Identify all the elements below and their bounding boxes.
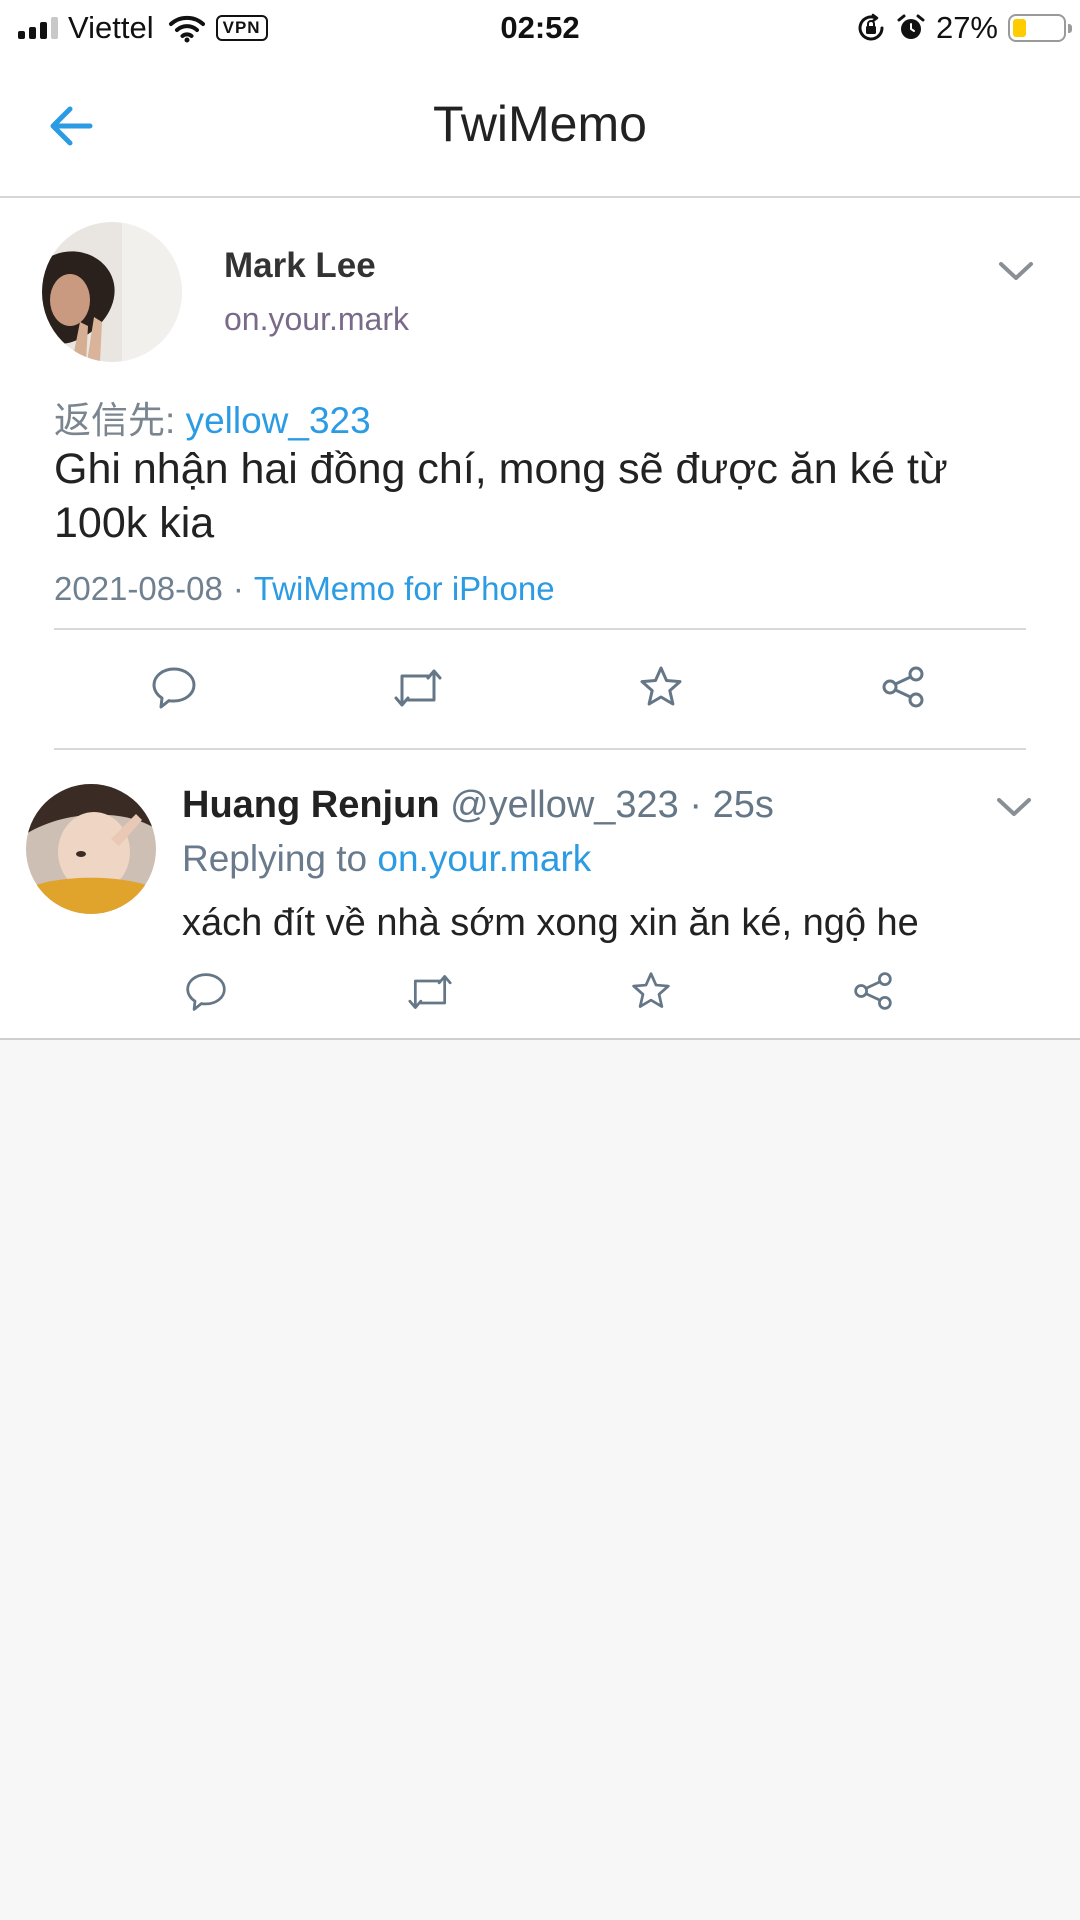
page-title: TwiMemo [433, 96, 647, 152]
reply-to-line: 返信先: yellow_323 [54, 390, 371, 444]
share-button[interactable] [880, 664, 926, 710]
reply-text: xách đít về nhà sớm xong xin ăn ké, ngộ … [182, 902, 919, 944]
share-icon [882, 666, 924, 708]
share-button[interactable] [852, 970, 894, 1012]
retweet-button[interactable] [392, 664, 444, 712]
favorite-button[interactable] [630, 970, 672, 1012]
avatar[interactable] [42, 222, 182, 362]
divider [54, 748, 1026, 750]
retweet-icon [408, 975, 452, 1009]
tweet-meta: 2021-08-08 · TwiMemo for iPhone [54, 570, 555, 608]
reply-author-name[interactable]: Huang Renjun [182, 784, 440, 826]
reply-icon [152, 667, 196, 709]
meta-separator: · [689, 784, 703, 826]
chevron-down-icon[interactable] [994, 794, 1034, 820]
reply-to-label: 返信先: [54, 400, 176, 441]
tweet-date: 2021-08-08 [54, 570, 223, 607]
battery-level [1013, 19, 1026, 37]
favorite-button[interactable] [638, 664, 684, 710]
share-icon [854, 972, 892, 1010]
orientation-lock-icon [858, 13, 884, 41]
tweet-source-link[interactable]: TwiMemo for iPhone [254, 570, 555, 607]
chevron-down-icon[interactable] [996, 258, 1036, 284]
navigation-bar: TwiMemo [0, 56, 1080, 198]
reply-author-handle[interactable]: @yellow_323 [450, 784, 679, 826]
divider [54, 628, 1026, 630]
author-handle[interactable]: on.your.mark [224, 301, 409, 338]
retweet-button[interactable] [406, 970, 454, 1014]
replying-to-link[interactable]: on.your.mark [377, 838, 591, 879]
replying-label: Replying to [182, 838, 368, 879]
reply-icon [186, 973, 226, 1011]
tweet-detail: Mark Lee on.your.mark 返信先: yellow_323 Gh… [0, 198, 1080, 1040]
reply-author-line: Huang Renjun @yellow_323 · 25s [182, 784, 774, 827]
avatar[interactable] [26, 784, 156, 914]
meta-separator: · [232, 570, 244, 607]
reply-to-user-link[interactable]: yellow_323 [186, 400, 371, 441]
favorite-icon [632, 972, 670, 1008]
author-name[interactable]: Mark Lee [224, 246, 376, 286]
reply-button[interactable] [184, 970, 228, 1014]
retweet-icon [394, 669, 442, 707]
status-bar: Viettel VPN 02:52 27% [0, 0, 1080, 56]
reply-time: 25s [712, 784, 774, 826]
battery-percent: 27% [935, 10, 998, 45]
status-right: 27% [856, 8, 1072, 48]
battery-icon [1008, 14, 1072, 42]
tweet-text: Ghi nhận hai đồng chí, mong sẽ được ăn k… [54, 445, 948, 547]
reply-button[interactable] [150, 664, 198, 712]
favorite-icon [640, 666, 682, 706]
replying-to-line: Replying to on.your.mark [182, 838, 591, 880]
alarm-icon [897, 14, 925, 39]
